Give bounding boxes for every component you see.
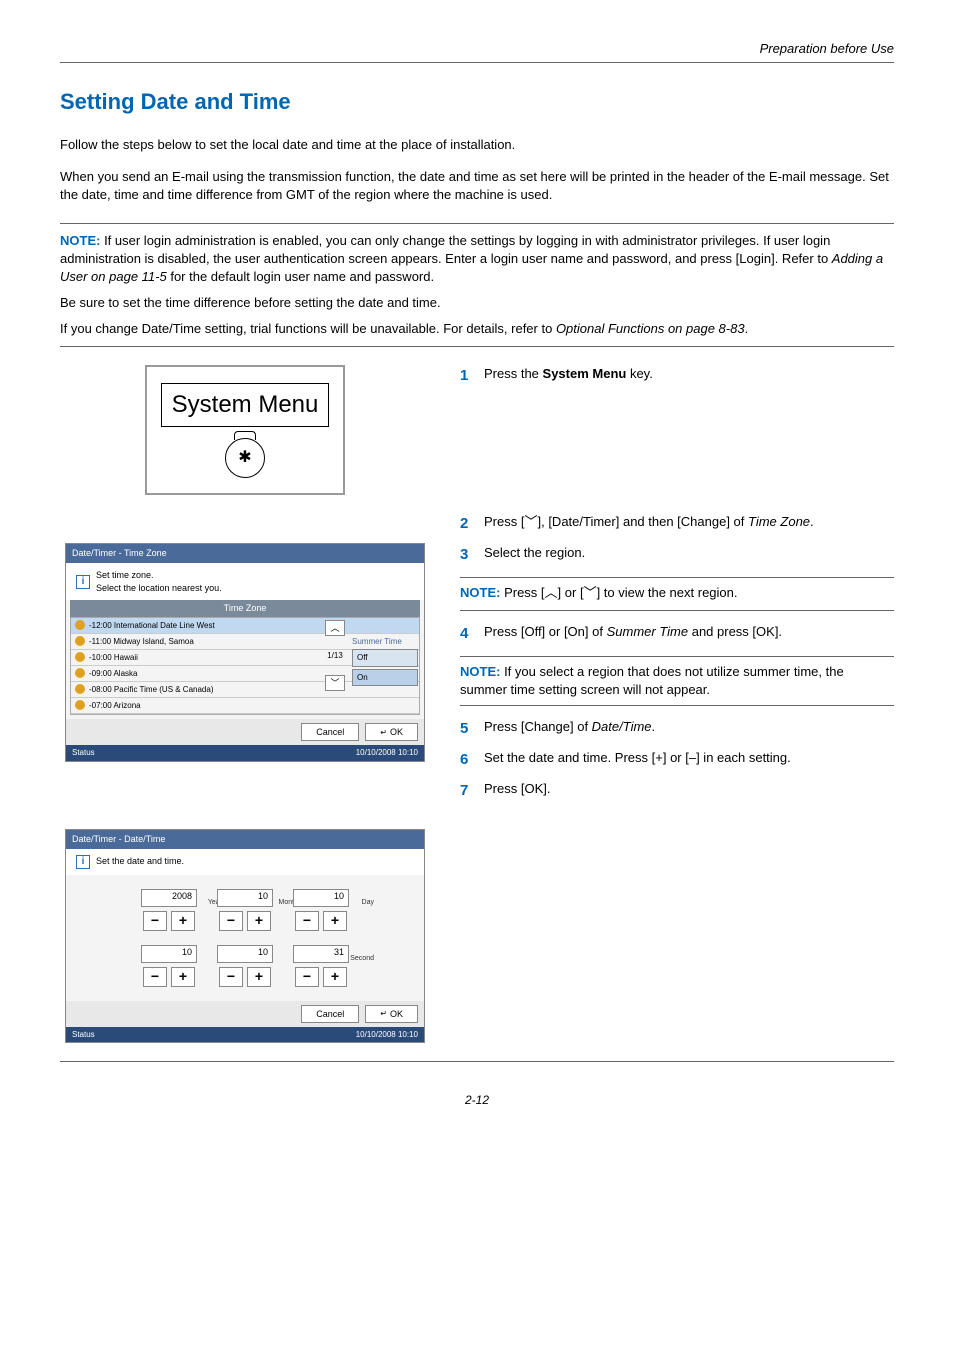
step-4-number: 4 [460, 623, 484, 644]
chevron-down-icon: ﹀ [584, 585, 597, 603]
minus-button[interactable]: − [143, 967, 167, 987]
ok-button[interactable]: ↵OK [365, 723, 418, 742]
status-label: Status [72, 747, 95, 758]
minus-button[interactable]: − [143, 911, 167, 931]
header-rule [60, 62, 894, 63]
tz-msg2: Select the location nearest you. [96, 582, 222, 595]
status-label: Status [72, 1029, 95, 1040]
step-7-number: 7 [460, 780, 484, 801]
system-menu-label: System Menu [161, 383, 330, 427]
month-value: 10Month [217, 889, 273, 907]
timezone-dialog: Date/Timer - Time Zone i Set time zone. … [65, 543, 425, 761]
plus-button[interactable]: + [323, 911, 347, 931]
step-3-number: 3 [460, 544, 484, 565]
note-line3-tail: . [745, 321, 749, 336]
clock-icon [75, 684, 85, 694]
datetime-dialog: Date/Timer - Date/Time i Set the date an… [65, 829, 425, 1043]
plus-button[interactable]: + [171, 911, 195, 931]
minus-button[interactable]: − [219, 967, 243, 987]
step-7-text: Press [OK]. [484, 780, 894, 801]
intro-paragraph-2: When you send an E-mail using the transm… [60, 168, 894, 204]
step-1-text: Press the System Menu key. [484, 365, 894, 386]
minute-value: 10 [217, 945, 273, 963]
page-number: 2-12 [60, 1092, 894, 1109]
system-menu-key-graphic: System Menu ✱ [145, 365, 345, 495]
note-region: NOTE: Press [︿] or [﹀] to view the next … [460, 577, 894, 610]
system-menu-button-icon: ✱ [225, 438, 265, 478]
step-5-number: 5 [460, 718, 484, 739]
step-4-text: Press [Off] or [On] of Summer Time and p… [484, 623, 894, 644]
info-icon: i [76, 855, 90, 869]
tz-row[interactable]: -12:00 International Date Line West [71, 618, 419, 634]
clock-icon [75, 652, 85, 662]
info-icon: i [76, 575, 90, 589]
cancel-button[interactable]: Cancel [301, 1005, 359, 1024]
summer-time-label: Summer Time [352, 636, 418, 647]
enter-icon: ↵ [380, 1008, 387, 1019]
plus-button[interactable]: + [247, 911, 271, 931]
intro-paragraph-1: Follow the steps below to set the local … [60, 136, 894, 154]
step-3-text: Select the region. [484, 544, 894, 565]
day-stepper: 10Day −+ [293, 889, 349, 931]
status-datetime: 10/10/2008 10:10 [356, 1029, 418, 1040]
minus-button[interactable]: − [295, 967, 319, 987]
scroll-down-button[interactable]: ﹀ [325, 675, 345, 691]
summer-on-button[interactable]: On [352, 669, 418, 686]
note-box-main: NOTE: If user login administration is en… [60, 223, 894, 348]
month-stepper: 10Month −+ [217, 889, 273, 931]
chevron-up-icon: ︿ [545, 585, 558, 603]
year-value: 2008Year [141, 889, 197, 907]
datetime-dialog-title: Date/Timer - Date/Time [66, 830, 424, 849]
page-title: Setting Date and Time [60, 87, 894, 118]
cancel-button[interactable]: Cancel [301, 723, 359, 742]
step-6-text: Set the date and time. Press [+] or [–] … [484, 749, 894, 770]
note-body-a: If user login administration is enabled,… [60, 233, 832, 266]
timezone-dialog-title: Date/Timer - Time Zone [66, 544, 424, 563]
second-value: 31Second [293, 945, 349, 963]
minus-button[interactable]: − [219, 911, 243, 931]
step-6-number: 6 [460, 749, 484, 770]
step-2-number: 2 [460, 513, 484, 534]
clock-icon [75, 620, 85, 630]
note-line2: Be sure to set the time difference befor… [60, 294, 894, 312]
summer-off-button[interactable]: Off [352, 649, 418, 666]
page-indicator: 1/13 [327, 638, 343, 673]
plus-button[interactable]: + [247, 967, 271, 987]
chevron-down-icon: ﹀ [330, 677, 339, 690]
chevron-up-icon: ︿ [330, 622, 339, 635]
note-line3-ref: Optional Functions on page 8-83 [556, 321, 745, 336]
step-2-text: Press [﹀], [Date/Timer] and then [Change… [484, 513, 894, 534]
minute-stepper: 10 −+ [217, 945, 273, 987]
second-stepper: 31Second −+ [293, 945, 349, 987]
enter-icon: ↵ [380, 727, 387, 738]
ok-button[interactable]: ↵OK [365, 1005, 418, 1024]
tz-column-header: Time Zone [70, 600, 420, 617]
tz-row[interactable]: -07:00 Arizona [71, 698, 419, 714]
hour-value: 10 [141, 945, 197, 963]
note-line3-a: If you change Date/Time setting, trial f… [60, 321, 556, 336]
step-5-text: Press [Change] of Date/Time. [484, 718, 894, 739]
hour-stepper: 10 −+ [141, 945, 197, 987]
day-value: 10Day [293, 889, 349, 907]
minus-button[interactable]: − [295, 911, 319, 931]
note-body-a-tail: for the default login user name and pass… [167, 269, 434, 284]
clock-icon [75, 668, 85, 678]
step-1-number: 1 [460, 365, 484, 386]
tz-msg1: Set time zone. [96, 569, 222, 582]
status-datetime: 10/10/2008 10:10 [356, 747, 418, 758]
clock-icon [75, 700, 85, 710]
running-header: Preparation before Use [60, 40, 894, 62]
dt-msg: Set the date and time. [96, 855, 184, 868]
plus-button[interactable]: + [171, 967, 195, 987]
year-stepper: 2008Year −+ [141, 889, 197, 931]
chevron-down-icon: ﹀ [524, 514, 537, 532]
note-summer: NOTE: If you select a region that does n… [460, 656, 894, 706]
footer-rule [60, 1061, 894, 1062]
note-label: NOTE: [60, 233, 100, 248]
clock-icon [75, 636, 85, 646]
plus-button[interactable]: + [323, 967, 347, 987]
scroll-up-button[interactable]: ︿ [325, 620, 345, 636]
